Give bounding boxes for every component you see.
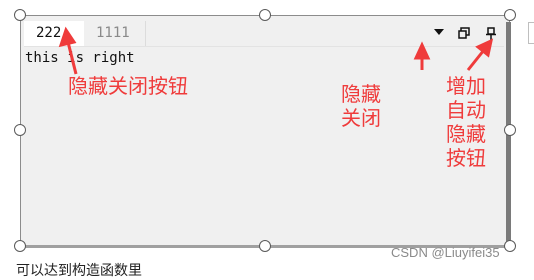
watermark: CSDN @Liuyifei35 [391,245,500,260]
resize-handle-bottom-left[interactable] [14,240,26,252]
resize-handle-top-left[interactable] [14,9,26,21]
resize-handle-bottom-center[interactable] [259,240,271,252]
arrow-to-dropdown [413,41,431,70]
resize-handle-middle-right[interactable] [504,124,516,136]
arrow-to-tab-close [58,26,78,75]
annotation-arrows [58,26,494,75]
resize-handle-top-right[interactable] [504,9,516,21]
resize-handle-middle-left[interactable] [14,124,26,136]
bottom-cropped-text: 可以达到构造函数里 [16,262,142,278]
resize-handle-bottom-right[interactable] [504,240,516,252]
resize-handle-top-center[interactable] [259,9,271,21]
arrow-to-pin [466,38,494,71]
